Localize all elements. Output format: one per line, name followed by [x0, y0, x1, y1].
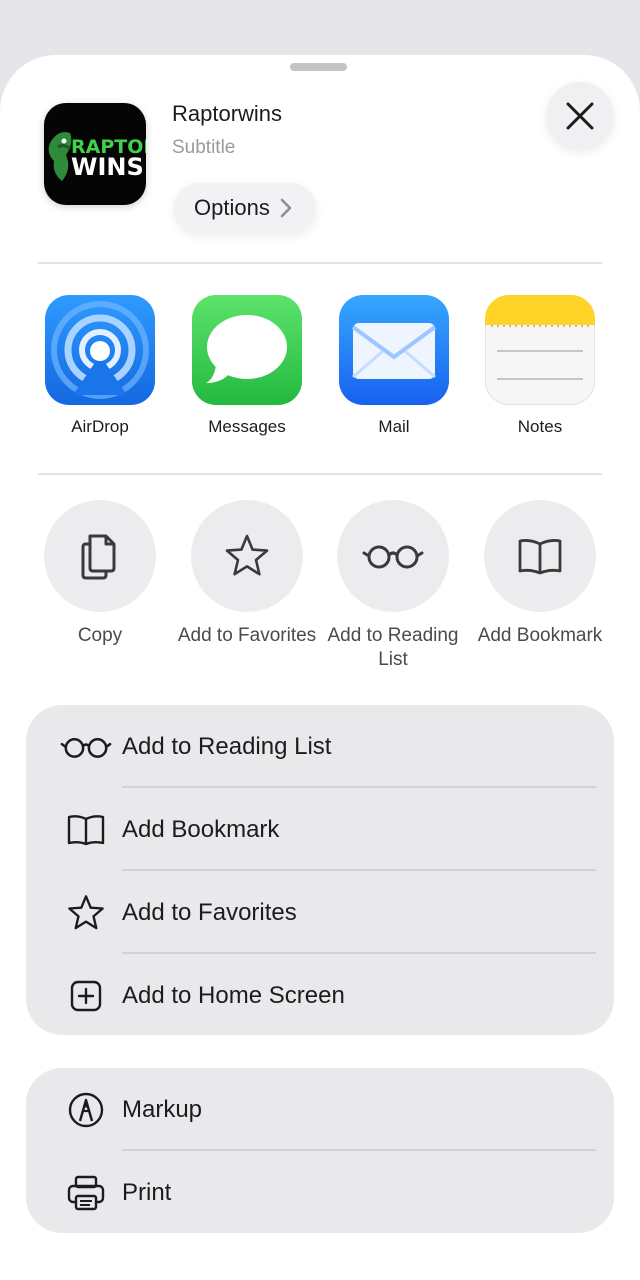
action-add-bookmark[interactable]: Add Bookmark	[465, 500, 615, 648]
action-circle	[337, 500, 449, 612]
list-item-label: Markup	[122, 1096, 203, 1123]
close-icon	[566, 102, 594, 130]
share-app-airdrop[interactable]: AirDrop	[44, 295, 156, 437]
list-item-add-to-favorites[interactable]: Add to Favorites	[26, 871, 614, 954]
raptor-logo-icon: RAPTOR WINS	[48, 132, 146, 181]
glasses-icon	[362, 545, 424, 569]
action-label: Add Bookmark	[477, 625, 603, 646]
printer-icon	[67, 1175, 105, 1210]
action-list-secondary: Markup Print	[26, 1068, 614, 1233]
copy-icon	[81, 534, 116, 580]
mail-icon	[339, 295, 449, 405]
plus-square-icon	[70, 980, 102, 1011]
action-label: Copy	[77, 625, 123, 646]
share-app-label: Notes	[517, 417, 563, 436]
star-icon	[225, 534, 269, 576]
logo-text-wins: WINS	[71, 153, 144, 181]
messages-icon	[192, 295, 302, 405]
glasses-icon	[60, 737, 112, 758]
header-divider	[38, 262, 602, 264]
share-app-mail[interactable]: Mail	[338, 295, 450, 437]
list-item-label: Add to Home Screen	[122, 982, 345, 1009]
share-app-label: Mail	[378, 417, 410, 436]
apps-divider	[38, 473, 602, 475]
share-app-label: Messages	[208, 417, 286, 436]
book-icon	[518, 539, 562, 575]
action-label: Add to Favorites	[177, 625, 317, 646]
share-app-label: AirDrop	[71, 417, 129, 436]
app-subtitle: Subtitle	[172, 137, 236, 158]
book-icon	[67, 814, 105, 845]
star-icon	[68, 894, 104, 929]
sheet-grabber[interactable]	[290, 63, 347, 71]
list-item-add-bookmark[interactable]: Add Bookmark	[26, 788, 614, 871]
list-item-markup[interactable]: Markup	[26, 1068, 614, 1151]
share-app-notes[interactable]: Notes	[484, 295, 596, 437]
app-icon: RAPTOR WINS	[44, 103, 146, 205]
action-label: Add to Reading List	[327, 625, 459, 670]
action-list-primary: Add to Reading List Add Bookmark Add to …	[26, 705, 614, 1035]
airdrop-icon	[45, 295, 155, 405]
list-item-add-to-reading-list[interactable]: Add to Reading List	[26, 705, 614, 788]
app-title: Raptorwins	[172, 101, 283, 126]
action-circle	[191, 500, 303, 612]
list-item-add-to-home-screen[interactable]: Add to Home Screen	[26, 954, 614, 1037]
share-app-messages[interactable]: Messages	[191, 295, 303, 437]
list-item-label: Add Bookmark	[122, 816, 280, 843]
action-circle	[44, 500, 156, 612]
options-button[interactable]: Options	[174, 183, 316, 233]
action-copy[interactable]: Copy	[25, 500, 175, 648]
notes-icon	[485, 295, 595, 405]
list-item-label: Add to Reading List	[122, 733, 332, 760]
list-item-label: Print	[122, 1179, 172, 1206]
chevron-right-icon	[280, 198, 292, 218]
close-button[interactable]	[546, 82, 614, 150]
action-add-to-reading-list[interactable]: Add to Reading List	[318, 500, 468, 672]
options-label: Options	[194, 195, 270, 220]
markup-icon	[68, 1092, 104, 1127]
share-sheet: RAPTOR WINS Raptorwins Subtitle Options …	[0, 55, 640, 1280]
action-circle	[484, 500, 596, 612]
list-item-label: Add to Favorites	[122, 899, 297, 926]
action-add-to-favorites[interactable]: Add to Favorites	[172, 500, 322, 648]
list-item-print[interactable]: Print	[26, 1151, 614, 1234]
